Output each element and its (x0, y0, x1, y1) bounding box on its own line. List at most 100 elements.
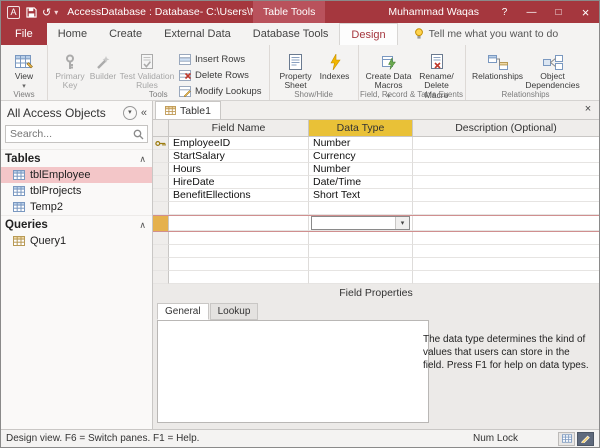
qat-dropdown-icon[interactable]: ▾ (54, 8, 58, 17)
datasheet-view-button[interactable] (558, 432, 575, 446)
description-cell[interactable] (413, 216, 599, 231)
document-close-icon[interactable]: × (581, 103, 595, 115)
close-button[interactable]: × (572, 1, 599, 23)
data-type-cell[interactable]: Date/Time (309, 176, 413, 189)
data-type-cell[interactable] (309, 245, 413, 258)
nav-item-temp2[interactable]: Temp2 (1, 199, 152, 215)
ribbon-tab-create[interactable]: Create (98, 23, 153, 45)
description-cell[interactable] (413, 163, 599, 176)
delete-rows-button[interactable]: Delete Rows (179, 69, 262, 82)
field-name-cell[interactable] (169, 202, 309, 215)
indexes-button[interactable]: Indexes (317, 48, 353, 81)
object-dependencies-button[interactable]: Object Dependencies (525, 48, 581, 91)
field-name-cell[interactable]: Hours (169, 163, 309, 176)
queries-collapse-icon: ∧ (139, 220, 146, 231)
view-button[interactable]: View ▾ (6, 48, 42, 91)
description-cell[interactable] (413, 245, 599, 258)
field-name-cell[interactable] (169, 271, 309, 284)
row-selector[interactable] (153, 189, 169, 202)
field-name-header[interactable]: Field Name (169, 120, 309, 137)
data-type-cell[interactable]: Currency (309, 150, 413, 163)
ribbon-tab-external-data[interactable]: External Data (153, 23, 242, 45)
field-name-cell[interactable]: HireDate (169, 176, 309, 189)
minimize-button[interactable]: — (518, 1, 545, 23)
nav-menu-dropdown-icon[interactable]: ▾ (123, 106, 137, 120)
data-type-cell[interactable]: Short Text (309, 189, 413, 202)
row-selector[interactable] (153, 163, 169, 176)
maximize-button[interactable]: □ (545, 1, 572, 23)
collapse-pane-icon[interactable]: « (141, 107, 147, 119)
tab-general[interactable]: General (157, 303, 209, 320)
view-label: View (15, 72, 33, 81)
row-selector[interactable] (153, 150, 169, 163)
data-type-cell[interactable] (309, 232, 413, 245)
nav-group-queries[interactable]: Queries ∧ (1, 215, 152, 233)
nav-item-tblemployee[interactable]: tblEmployee (1, 167, 152, 183)
description-cell[interactable] (413, 137, 599, 150)
description-cell[interactable] (413, 202, 599, 215)
relationships-label: Relationships (472, 72, 523, 81)
row-selector[interactable] (153, 232, 169, 245)
row-selector[interactable] (153, 176, 169, 189)
nav-item-query1[interactable]: Query1 (1, 233, 152, 249)
data-type-header[interactable]: Data Type (309, 120, 413, 137)
data-type-cell[interactable]: ▾ (309, 216, 413, 231)
description-cell[interactable] (413, 176, 599, 189)
field-name-cell[interactable] (169, 216, 309, 231)
data-type-cell[interactable]: Number (309, 137, 413, 150)
insert-rows-button[interactable]: Insert Rows (179, 53, 262, 66)
ribbon-tab-file[interactable]: File (1, 23, 47, 45)
combobox-dropdown-icon[interactable]: ▾ (395, 217, 409, 229)
tell-me-box[interactable]: Tell me what you want to do (414, 23, 559, 45)
status-bar: Design view. F6 = Switch panes. F1 = Hel… (1, 429, 599, 447)
current-row-selector[interactable] (153, 216, 169, 231)
undo-icon[interactable]: ↺ (42, 6, 51, 19)
design-grid: Field Name Data Type Description (Option… (153, 120, 599, 284)
table-row-empty (153, 258, 599, 271)
group-label-showhide: Show/Hide (270, 90, 358, 99)
description-cell[interactable] (413, 271, 599, 284)
nav-group-tables[interactable]: Tables ∧ (1, 149, 152, 167)
tab-lookup[interactable]: Lookup (210, 303, 259, 320)
ribbon-tab-database-tools[interactable]: Database Tools (242, 23, 340, 45)
field-name-cell[interactable] (169, 258, 309, 271)
field-name-cell[interactable]: BenefitEllections (169, 189, 309, 202)
data-type-cell[interactable] (309, 258, 413, 271)
document-tab-table1[interactable]: Table1 (155, 101, 221, 119)
data-type-combobox[interactable]: ▾ (311, 216, 410, 230)
primary-key-label: Primary Key (53, 72, 87, 91)
field-name-cell[interactable] (169, 232, 309, 245)
nav-item-tblprojects[interactable]: tblProjects (1, 183, 152, 199)
nav-search-box[interactable] (5, 125, 148, 143)
row-selector[interactable] (153, 271, 169, 284)
data-type-cell[interactable]: Number (309, 163, 413, 176)
ribbon-tab-home[interactable]: Home (47, 23, 98, 45)
document-area: Table1 × Field Name Data Type Descriptio… (153, 101, 599, 429)
description-cell[interactable] (413, 189, 599, 202)
data-type-cell[interactable] (309, 202, 413, 215)
field-name-cell[interactable]: EmployeeID (169, 137, 309, 150)
user-name[interactable]: Muhammad Waqas (388, 6, 479, 18)
field-name-cell[interactable] (169, 245, 309, 258)
row-selector[interactable] (153, 258, 169, 271)
rename-delete-macro-icon (430, 50, 444, 70)
data-type-cell[interactable] (309, 271, 413, 284)
row-selector[interactable] (153, 202, 169, 215)
property-grid[interactable] (157, 320, 429, 423)
description-header[interactable]: Description (Optional) (413, 120, 599, 137)
row-selector[interactable] (153, 137, 169, 150)
field-name-cell[interactable]: StartSalary (169, 150, 309, 163)
test-validation-rules-icon (140, 50, 154, 70)
description-cell[interactable] (413, 232, 599, 245)
row-selector[interactable] (153, 245, 169, 258)
property-sheet-button[interactable]: Property Sheet (275, 48, 317, 91)
description-cell[interactable] (413, 258, 599, 271)
search-input[interactable] (6, 128, 133, 140)
relationships-button[interactable]: Relationships (471, 48, 525, 81)
help-button[interactable]: ? (491, 1, 518, 23)
description-cell[interactable] (413, 150, 599, 163)
design-view-button[interactable] (577, 432, 594, 446)
indexes-icon (329, 50, 341, 70)
ribbon-tab-design[interactable]: Design (339, 23, 397, 45)
save-icon[interactable] (26, 7, 37, 18)
